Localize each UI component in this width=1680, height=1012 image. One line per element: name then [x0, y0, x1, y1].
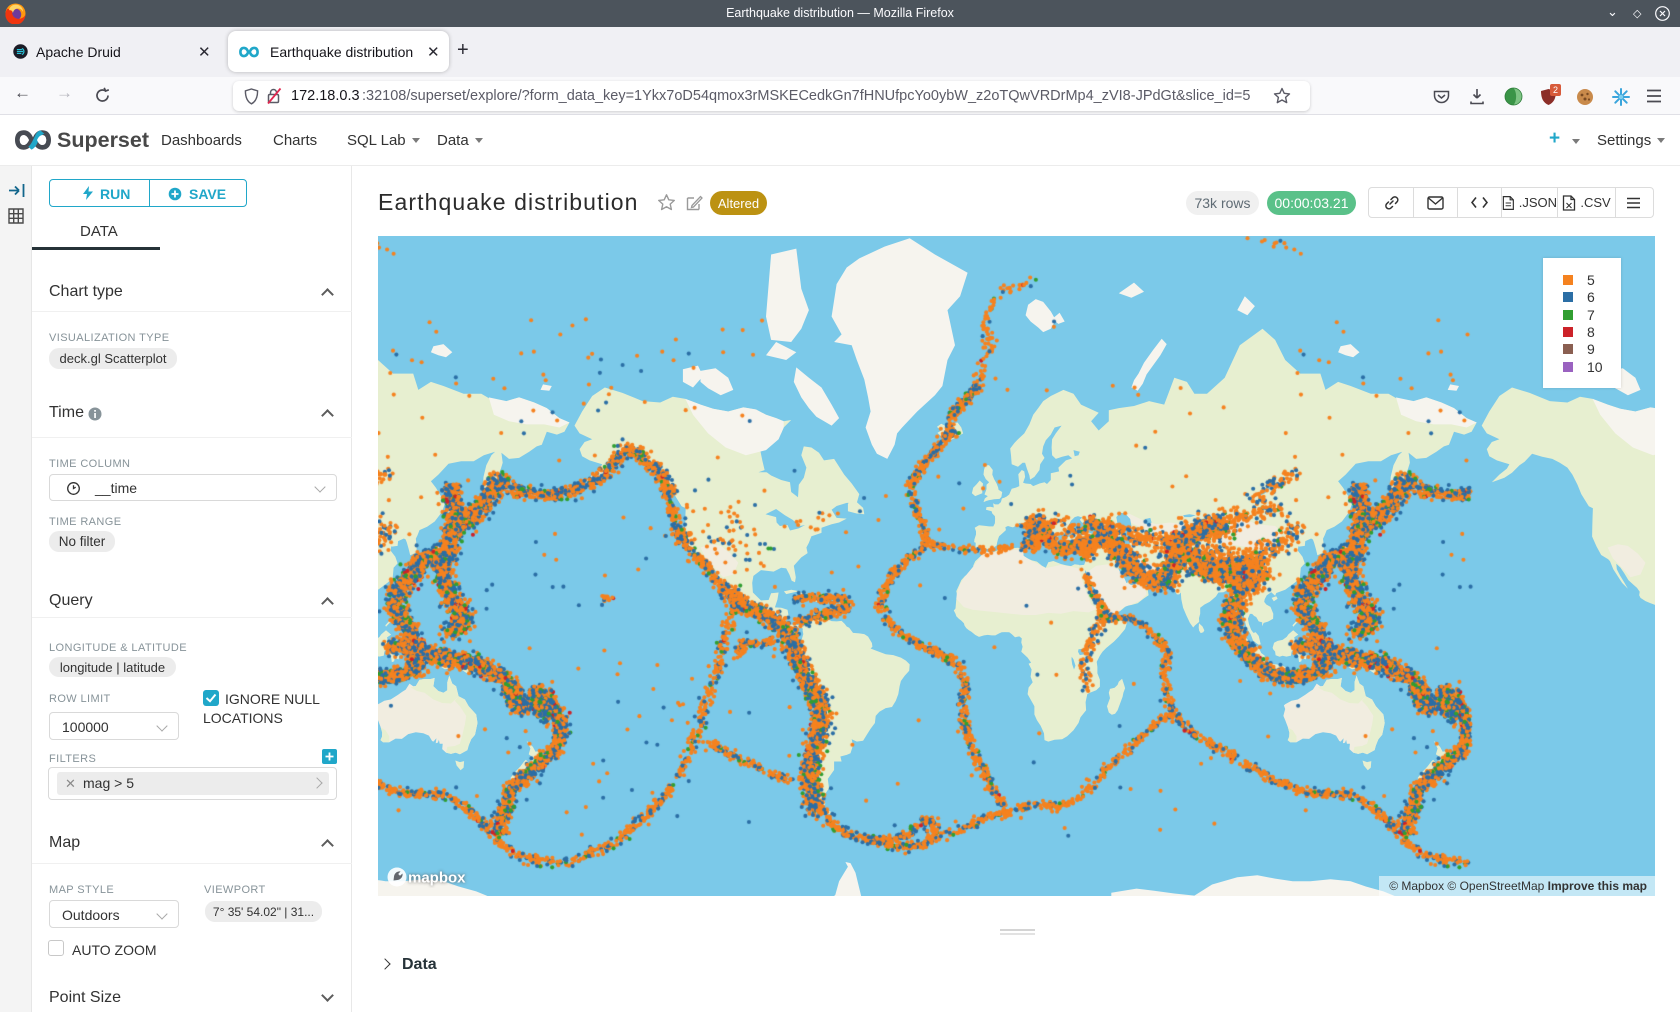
svg-text:mapbox: mapbox — [408, 870, 466, 887]
